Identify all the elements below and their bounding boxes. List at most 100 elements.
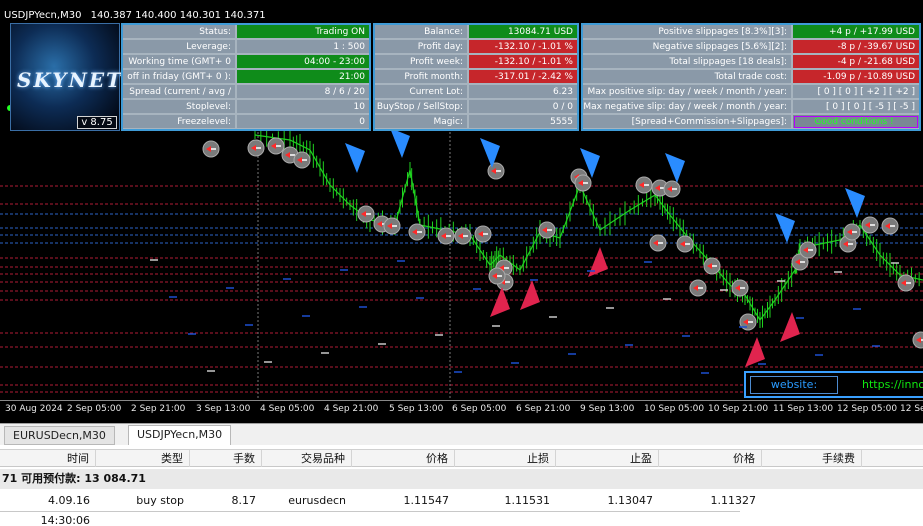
panel3-value: -8 p / -39.67 USD	[793, 40, 919, 54]
order-cell: 1.11327	[710, 494, 757, 507]
sell-arrow-icon	[520, 280, 540, 310]
panel3-label: Total trade cost:	[583, 70, 791, 84]
column-header[interactable]: 止盈	[556, 450, 659, 467]
ea-logo: SKYNET v 8.75	[10, 23, 123, 131]
panel2-row: Profit week: -132.10 / -1.01 %	[375, 55, 577, 70]
account-panel: Balance: 13084.71 USD Profit day: -132.10 /…	[373, 23, 579, 131]
order-cell: buy stop	[136, 494, 184, 507]
panel3-row: Total trade cost: -1.09 p / -10.89 USD	[583, 70, 919, 85]
panel3-value: [ 0 ] [ 0 ] [ +2 ] [ +2 ]	[793, 85, 919, 99]
panel3-value: -4 p / -21.68 USD	[793, 55, 919, 69]
panel1-value: 10	[237, 100, 369, 114]
logo-brand: SKYNET	[17, 68, 123, 92]
panel3-value: +4 p / +17.99 USD	[793, 25, 919, 39]
time-tick: 2 Sep 21:00	[131, 404, 186, 414]
tab-eurusdecn-m30[interactable]: EURUSDecn,M30	[4, 426, 115, 445]
panel1-row: Freezelevel: 0	[123, 115, 369, 130]
panel3-row: Max negative slip: day / week / month / …	[583, 100, 919, 115]
panel2-value: 5555	[469, 115, 577, 129]
buy-arrow-icon	[345, 143, 365, 173]
panel2-value: 6.23	[469, 85, 577, 99]
website-link[interactable]: https://inno	[862, 378, 923, 391]
panel1-row: Stoplevel: 10	[123, 100, 369, 115]
time-tick: 10 Sep 21:00	[708, 404, 769, 414]
column-header[interactable]: 价格	[352, 450, 455, 467]
column-header[interactable]: 价格	[659, 450, 762, 467]
time-tick: 12 Se	[900, 404, 923, 414]
panel1-label: Working time (GMT+ 0 ):	[123, 55, 235, 81]
free-margin-row: 71 可用预付款: 13 084.71	[0, 469, 923, 489]
terminal-header: 时间 类型 手数 交易品种 价格 止损 止盈 价格 手续费	[0, 449, 923, 467]
panel3-row: Negative slippages [5.6%][2]: -8 p / -39.…	[583, 40, 919, 55]
order-cell: 1.13047	[607, 494, 654, 507]
time-tick: 9 Sep 13:00	[580, 404, 635, 414]
chart-symbol: USDJPYecn,M30	[4, 10, 82, 21]
column-header[interactable]: 止损	[455, 450, 556, 467]
sell-arrow-icon	[745, 337, 765, 367]
column-header[interactable]: 手数	[190, 450, 262, 467]
column-header[interactable]: 时间	[0, 450, 96, 467]
price-chart[interactable]: USDJPYecn,M30 140.387 140.400 140.301 14…	[0, 0, 923, 404]
time-tick: 3 Sep 13:00	[196, 404, 251, 414]
slippage-panel: Positive slippages [8.3%][3]: +4 p / +17.…	[581, 23, 921, 131]
sell-arrow-icon	[780, 312, 800, 342]
panel1-value: 8 / 6 / 20	[237, 85, 369, 99]
panel2-value: -132.10 / -1.01 %	[469, 55, 577, 69]
panel2-row: Profit month: -317.01 / -2.42 %	[375, 70, 577, 85]
panel2-value: -132.10 / -1.01 %	[469, 40, 577, 54]
order-row[interactable]: 4.09.16 14:30:06 buy stop 8.17 eurusdecn 1.1…	[0, 491, 923, 526]
panel3-label: Positive slippages [8.3%][3]:	[583, 25, 791, 39]
time-tick: 12 Sep 05:00	[837, 404, 898, 414]
time-tick: 10 Sep 05:00	[644, 404, 705, 414]
order-cell: 1.11547	[403, 494, 450, 507]
chart-tabs: EURUSDecn,M30 USDJPYecn,M30	[0, 423, 923, 446]
website-box: website: https://inno	[744, 371, 923, 398]
column-header[interactable]: 手续费	[762, 450, 862, 467]
panel3-row: Max positive slip: day / week / month / …	[583, 85, 919, 100]
time-tick: 4 Sep 05:00	[260, 404, 315, 414]
column-header[interactable]: 类型	[96, 450, 190, 467]
panel1-label: Leverage:	[123, 40, 235, 54]
column-header[interactable]: 交易品种	[262, 450, 352, 467]
panel3-value: -1.09 p / -10.89 USD	[793, 70, 919, 84]
panel2-label: Current Lot:	[375, 85, 467, 99]
panel1-value: 21:00	[237, 70, 369, 84]
chart-ohlc: 140.387 140.400 140.301 140.371	[90, 10, 266, 21]
panel2-label: Magic:	[375, 115, 467, 129]
panel1-row: Leverage: 1 : 500	[123, 40, 369, 55]
order-cell: 8.17	[231, 494, 257, 507]
time-tick: 30 Aug 2024	[5, 404, 63, 414]
panel2-label: Profit day:	[375, 40, 467, 54]
panel2-row: Current Lot: 6.23	[375, 85, 577, 100]
row-divider	[0, 511, 740, 512]
chart-title: USDJPYecn,M30 140.387 140.400 140.301 14…	[4, 10, 266, 21]
buy-arrow-icon	[390, 128, 410, 158]
panel3-value: [ 0 ] [ 0 ] [ -5 ] [ -5 ]	[793, 100, 919, 114]
panel2-value: 13084.71 USD	[469, 25, 577, 39]
panel2-label: Profit month:	[375, 70, 467, 84]
panel1-value: Trading ON	[237, 25, 369, 39]
order-cell: eurusdecn	[288, 494, 346, 507]
panel3-label: Total slippages [18 deals]:	[583, 55, 791, 69]
panel3-row: Positive slippages [8.3%][3]: +4 p / +17.…	[583, 25, 919, 40]
panel3-label: Max positive slip: day / week / month / …	[583, 85, 791, 99]
panel2-value: 0 / 0	[469, 100, 577, 114]
panel2-row: Balance: 13084.71 USD	[375, 25, 577, 40]
panel1-row: Status: Trading ON	[123, 25, 369, 40]
panel2-label: Balance:	[375, 25, 467, 39]
panel3-label: Max negative slip: day / week / month / …	[583, 100, 791, 114]
panel2-row: BuyStop / SellStop: 0 / 0	[375, 100, 577, 115]
time-tick: 4 Sep 21:00	[324, 404, 379, 414]
panel1-label: Freezelevel:	[123, 115, 235, 129]
time-tick: 11 Sep 13:00	[773, 404, 834, 414]
panel2-value: -317.01 / -2.42 %	[469, 70, 577, 84]
panel2-label: BuyStop / SellStop:	[375, 100, 467, 114]
buy-arrow-icon	[665, 153, 685, 183]
panel1-value: 04:00 - 23:00	[237, 55, 369, 69]
tab-usdjpyecn-m30[interactable]: USDJPYecn,M30	[128, 425, 232, 446]
panel1-row: Working time (GMT+ 0 ):04:00 - 23:00	[123, 55, 369, 81]
time-tick: 2 Sep 05:00	[67, 404, 122, 414]
panel1-row: off in friday (GMT+ 0 ): 21:00	[123, 70, 369, 85]
trade-terminal: 时间 类型 手数 交易品种 价格 止损 止盈 价格 手续费 71 可用预付款: 13 084.7…	[0, 445, 923, 526]
time-tick: 6 Sep 21:00	[516, 404, 571, 414]
